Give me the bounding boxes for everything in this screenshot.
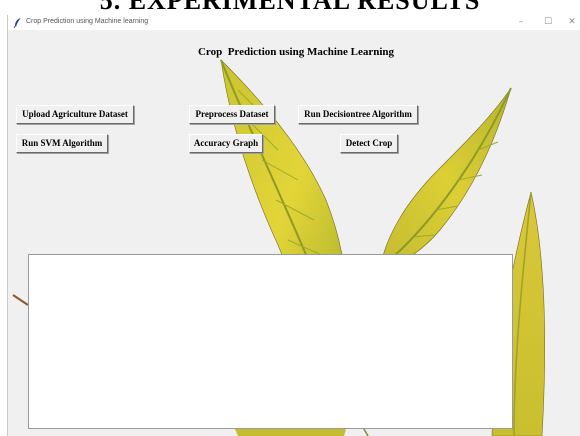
title-bar: Crop Prediction using Machine learning –… — [8, 15, 580, 30]
run-svm-button[interactable]: Run SVM Algorithm — [16, 134, 108, 153]
accuracy-graph-button[interactable]: Accuracy Graph — [189, 134, 263, 153]
app-title: Crop Prediction using Machine Learning — [197, 46, 395, 58]
document-heading: 5. EXPERIMENTAL RESULTS — [99, 0, 481, 15]
run-decisiontree-button[interactable]: Run Decisiontree Algorithm — [298, 105, 418, 124]
preprocess-dataset-button[interactable]: Preprocess Dataset — [189, 105, 275, 124]
output-text-area[interactable] — [28, 254, 513, 429]
upload-dataset-button[interactable]: Upload Agriculture Dataset — [16, 105, 134, 124]
detect-crop-button[interactable]: Detect Crop — [340, 134, 398, 153]
screenshot-page: 5. EXPERIMENTAL RESULTS Crop Prediction … — [0, 0, 580, 436]
minimize-icon[interactable]: – — [508, 15, 534, 30]
maximize-icon[interactable]: ☐ — [535, 15, 561, 30]
close-icon[interactable]: ✕ — [559, 15, 580, 30]
window-title: Crop Prediction using Machine learning — [26, 18, 149, 25]
app-canvas: Crop Prediction using Machine Learning U… — [8, 30, 580, 436]
feather-icon — [13, 18, 21, 28]
app-window: Crop Prediction using Machine learning –… — [7, 15, 580, 436]
